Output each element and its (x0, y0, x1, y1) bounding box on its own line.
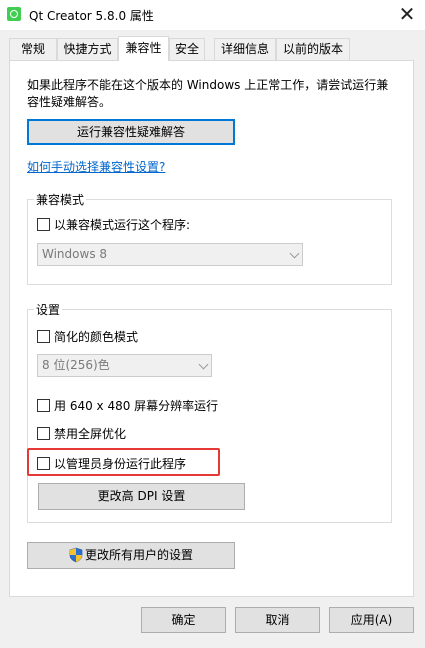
res-640-checkbox[interactable] (37, 399, 50, 412)
tab-security[interactable]: 安全 (169, 38, 205, 60)
disable-fullscreen-label: 禁用全屏优化 (54, 427, 127, 441)
title-bar: Qt Creator 5.8.0 属性 ✕ (0, 0, 425, 30)
intro-text-line2: 容性疑难解答。 (27, 95, 112, 109)
qt-app-icon (7, 7, 21, 21)
color-depth-select[interactable]: 8 位(256)色 (37, 354, 212, 377)
run-as-admin-label: 以管理员身份运行此程序 (54, 457, 187, 471)
color-depth-select-value: 8 位(256)色 (42, 358, 110, 372)
change-all-users-label: 更改所有用户的设置 (85, 548, 194, 562)
tab-compatibility[interactable]: 兼容性 (118, 36, 169, 61)
run-troubleshooter-button[interactable]: 运行兼容性疑难解答 (27, 119, 235, 145)
tab-details[interactable]: 详细信息 (214, 38, 276, 60)
intro-text-line1: 如果此程序不能在这个版本的 Windows 上正常工作，请尝试运行兼 (27, 78, 389, 92)
apply-button[interactable]: 应用(A) (329, 607, 414, 633)
compat-mode-checkbox[interactable] (37, 218, 50, 231)
disable-fullscreen-checkbox[interactable] (37, 427, 50, 440)
compat-os-select-value: Windows 8 (42, 247, 108, 261)
reduced-color-label: 简化的颜色模式 (54, 330, 139, 344)
compat-os-select[interactable]: Windows 8 (37, 243, 303, 266)
window-title: Qt Creator 5.8.0 属性 (29, 9, 154, 23)
tab-previous-versions[interactable]: 以前的版本 (276, 38, 350, 60)
uac-shield-icon (69, 547, 83, 563)
manual-settings-link[interactable]: 如何手动选择兼容性设置? (27, 158, 165, 175)
compat-mode-group (27, 199, 392, 285)
compat-mode-label: 以兼容模式运行这个程序: (54, 218, 191, 232)
tab-shortcut[interactable]: 快捷方式 (57, 38, 118, 60)
run-as-admin-checkbox[interactable] (37, 457, 50, 470)
ok-button[interactable]: 确定 (141, 607, 226, 633)
res-640-label: 用 640 x 480 屏幕分辨率运行 (54, 399, 219, 413)
reduced-color-checkbox[interactable] (37, 330, 50, 343)
settings-legend: 设置 (34, 301, 63, 318)
close-icon[interactable]: ✕ (395, 2, 419, 26)
tab-general[interactable]: 常规 (9, 38, 57, 60)
cancel-button[interactable]: 取消 (235, 607, 320, 633)
change-all-users-button[interactable]: 更改所有用户的设置 (27, 542, 235, 569)
chevron-down-icon (289, 248, 300, 259)
chevron-down-icon (198, 359, 209, 370)
change-dpi-button[interactable]: 更改高 DPI 设置 (38, 483, 245, 510)
compat-mode-legend: 兼容模式 (34, 191, 87, 208)
